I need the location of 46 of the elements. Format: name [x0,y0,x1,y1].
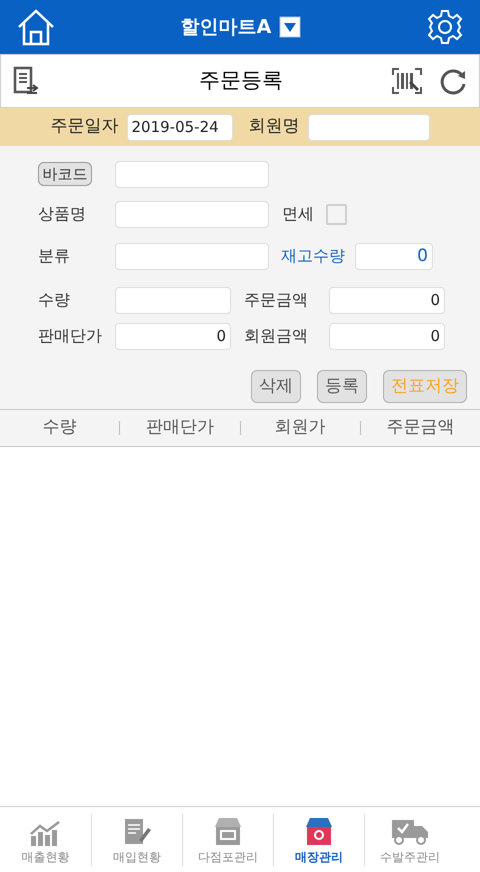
stock-quantity-link[interactable]: 재고수량 [281,244,355,268]
product-name-field[interactable] [115,200,269,228]
tax-free-label: 면세 [282,203,314,225]
order-date-label: 주문일자 [50,115,118,138]
barcode-field[interactable] [115,160,269,188]
member-amount-field[interactable]: 0 [329,322,445,350]
order-amount-label: 주문금액 [244,289,309,311]
member-amount-label: 회원금액 [244,325,309,347]
nav-tab[interactable]: 매출현황 [0,814,91,866]
store-icon [213,816,243,846]
order-amount-field[interactable]: 0 [329,286,445,314]
tax-free-checkbox[interactable] [326,204,347,224]
column-header: 판매단가 [146,416,214,440]
column-header: 회원가 [274,416,326,440]
document-icon [122,818,152,846]
product-name-label: 상품명 [38,203,87,225]
nav-tab[interactable]: 다점포관리 [182,814,273,866]
sale-price-field[interactable]: 0 [115,322,231,350]
action-button[interactable]: 삭제 [251,370,301,403]
truck-icon [390,818,430,846]
dropdown-icon[interactable] [279,16,302,38]
category-field[interactable] [115,242,269,270]
document-list-icon[interactable] [13,66,39,96]
page-title: 주문등록 [199,67,283,94]
stock-quantity-field[interactable]: 0 [355,242,433,270]
home-icon[interactable] [16,8,56,46]
settings-icon[interactable] [426,8,464,46]
order-date-field[interactable]: 2019-05-24 [126,114,232,140]
barcode-button[interactable]: 바코드 [38,162,92,186]
nav-tab[interactable]: 수발주관리 [364,814,455,866]
member-name-field[interactable] [308,114,430,140]
category-label: 분류 [38,245,71,267]
nav-tab[interactable]: 매입현황 [91,814,182,866]
store-icon [304,816,334,846]
quantity-label: 수량 [38,289,71,311]
refresh-icon[interactable] [439,67,467,95]
chart-icon [28,820,62,846]
quantity-field[interactable] [115,286,231,314]
action-button[interactable]: 등록 [317,370,367,403]
barcode-scan-icon[interactable] [391,67,423,95]
store-name[interactable]: 할인마트A [180,12,272,42]
nav-tab[interactable]: 매장관리 [273,814,364,866]
member-name-label: 회원명 [248,115,300,138]
column-header: 주문금액 [386,416,454,440]
sale-price-label: 판매단가 [38,325,103,347]
column-header: 수량 [42,416,77,440]
